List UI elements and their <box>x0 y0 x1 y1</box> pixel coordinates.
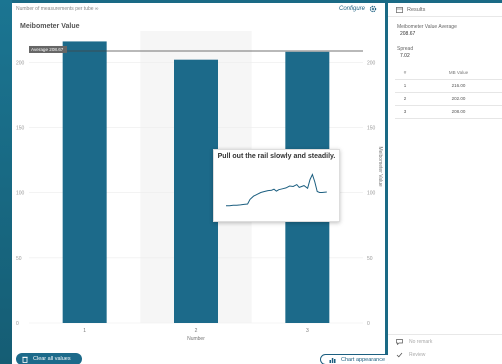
clear-all-values-button[interactable]: Clear all values <box>16 353 82 364</box>
chart-appearance-button[interactable]: Chart appearance <box>320 354 393 364</box>
y-tick-label-right: 200 <box>367 60 376 66</box>
results-title: Results <box>407 7 426 13</box>
column-header-index: # <box>395 67 415 80</box>
y-tick-label-left: 200 <box>16 60 25 66</box>
row-mb-value: 208.00 <box>415 105 502 119</box>
review-row[interactable]: Review <box>396 352 425 358</box>
x-tick-label: 2 <box>195 328 198 334</box>
trace-line <box>226 173 327 207</box>
bar-chart-icon <box>329 357 336 363</box>
row-index: 2 <box>395 92 415 106</box>
spread-value: 7.02 <box>400 53 410 59</box>
y-tick-label-left: 150 <box>16 125 25 131</box>
y-tick-label-right: 0 <box>367 321 370 327</box>
y-tick-label-left: 100 <box>16 191 25 197</box>
measurement-trace <box>226 173 327 207</box>
clear-all-values-label: Clear all values <box>33 356 71 362</box>
row-mb-value: 202.00 <box>415 92 502 106</box>
chart-panel: Number of measurements per tube ∞ Config… <box>12 3 393 364</box>
row-index: 3 <box>395 105 415 119</box>
y-axis-label: Meibometer Value <box>377 146 383 186</box>
average-value: 208.67 <box>400 31 416 37</box>
row-index: 1 <box>395 79 415 93</box>
y-tick-label-right: 100 <box>367 191 376 197</box>
x-axis-label: Number <box>187 336 205 342</box>
table-row[interactable]: 3 208.00 <box>395 105 502 119</box>
bar <box>62 41 107 323</box>
trash-icon <box>22 356 28 363</box>
review-icon <box>396 352 403 358</box>
remark-row[interactable]: No remark <box>396 339 432 345</box>
bar <box>174 59 218 323</box>
results-icon <box>396 7 403 13</box>
results-table-header: # MB Value <box>395 67 502 80</box>
instruction-popup: Pull out the rail slowly and steadily. <box>213 149 340 222</box>
x-tick-label: 1 <box>83 328 86 334</box>
table-row[interactable]: 2 202.00 <box>395 92 502 106</box>
measurements-setting-label[interactable]: Number of measurements per tube ∞ <box>16 6 99 12</box>
chart-appearance-label: Chart appearance <box>341 356 386 363</box>
y-tick-label-left: 50 <box>16 256 22 262</box>
comment-icon <box>396 339 403 345</box>
left-edge-strip <box>0 0 12 364</box>
chart-title: Meibometer Value <box>20 23 80 30</box>
row-mb-value: 216.00 <box>415 79 502 93</box>
column-header-mb-value: MB Value <box>415 67 502 80</box>
y-tick-label-left: 0 <box>16 321 19 327</box>
results-panel: Results Meibometer Value Average 208.67 … <box>388 3 502 364</box>
x-tick-label: 3 <box>306 328 309 334</box>
results-header: Results <box>388 3 502 17</box>
table-row[interactable]: 1 216.00 <box>395 79 502 93</box>
y-tick-label-right: 50 <box>367 256 373 262</box>
results-footer: No remark Review <box>388 334 502 364</box>
remark-label: No remark <box>409 339 433 345</box>
spread-label: Spread <box>397 46 414 52</box>
popup-title: Pull out the rail slowly and steadily. <box>217 153 336 160</box>
results-table: # MB Value 1 216.00 2 202.00 3 208.00 <box>395 67 502 119</box>
chart-toolbar: Number of measurements per tube ∞ Config… <box>12 3 385 17</box>
gear-icon[interactable] <box>369 5 377 13</box>
average-label: Meibometer Value Average <box>397 24 457 30</box>
configure-button[interactable]: Configure <box>339 6 365 12</box>
y-tick-label-right: 150 <box>367 125 376 131</box>
review-label: Review <box>409 352 426 358</box>
average-label: Average 208.67 <box>31 47 64 52</box>
